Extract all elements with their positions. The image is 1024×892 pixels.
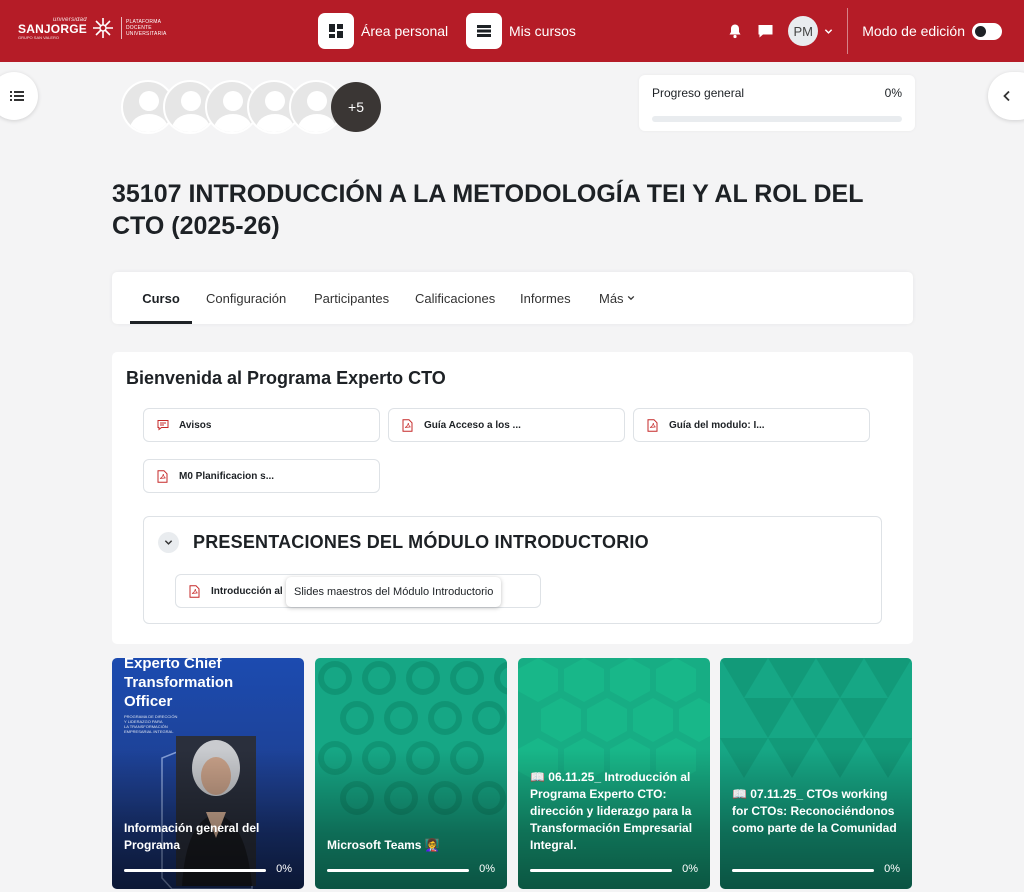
banner-title: Experto Chief Transformation Officer — [124, 658, 233, 711]
progress-bar — [652, 116, 902, 122]
activity-pdf[interactable]: Guía Acceso a los ... — [388, 408, 625, 442]
activity-pdf[interactable]: Guía del modulo: I... — [633, 408, 870, 442]
messages-icon[interactable] — [757, 23, 774, 39]
nav-dashboard-label: Área personal — [361, 23, 449, 39]
nav-dashboard[interactable]: Área personal — [318, 12, 448, 50]
tile-progress-bar — [124, 869, 266, 872]
user-avatar[interactable]: PM — [788, 16, 819, 46]
top-navbar: universidad SANJORGE GRUPO SAN VALERO PL… — [0, 0, 1024, 62]
tab-label: Más — [599, 290, 624, 306]
activity-label: Guía Acceso a los ... — [424, 419, 521, 431]
activity-pdf[interactable]: M0 Planificacion s... — [143, 459, 380, 493]
chevron-down-icon — [627, 295, 634, 301]
chevron-left-icon — [1003, 90, 1010, 102]
progress-percent: 0% — [884, 86, 902, 100]
chevron-down-icon — [164, 540, 173, 545]
more-participants-badge[interactable]: +5 — [331, 82, 381, 132]
tab-label: Calificaciones — [415, 290, 496, 306]
nav-my-courses-label: Mis cursos — [509, 23, 576, 39]
edit-mode-toggle[interactable] — [972, 22, 1002, 40]
tab-participants[interactable]: Participantes — [314, 272, 389, 324]
brand-star-icon — [92, 18, 113, 38]
section-tile[interactable]: 📖 07.11.25_ CTOs working for CTOs: Recon… — [720, 658, 912, 889]
tile-progress-bar — [327, 869, 469, 872]
course-secondary-nav: Curso Configuración Participantes Califi… — [112, 272, 913, 324]
tab-settings[interactable]: Configuración — [206, 272, 286, 324]
overall-progress-card: Progreso general 0% — [639, 75, 915, 131]
tile-name: 📖 07.11.25_ CTOs working for CTOs: Recon… — [732, 787, 897, 835]
tile-progress-percent: 0% — [479, 863, 495, 875]
bell-icon[interactable] — [727, 23, 743, 39]
pdf-icon — [402, 418, 414, 432]
collapse-toggle[interactable] — [158, 532, 179, 553]
tile-progress-percent: 0% — [682, 863, 698, 875]
subsection-presentations: PRESENTACIONES DEL MÓDULO INTRODUCTORIO … — [143, 516, 882, 624]
activity-label: M0 Planificacion s... — [179, 470, 275, 482]
course-index-toggle[interactable] — [0, 72, 38, 120]
activity-label: Avisos — [179, 419, 212, 431]
tile-progress-percent: 0% — [276, 863, 292, 875]
tile-progress-percent: 0% — [884, 863, 900, 875]
edit-mode-label: Modo de edición — [862, 23, 965, 39]
tab-label: Participantes — [314, 290, 390, 306]
tile-name: Información general del Programa — [124, 821, 260, 852]
tab-course[interactable]: Curso — [130, 272, 192, 324]
tab-label: Informes — [520, 290, 571, 306]
pdf-icon — [157, 469, 169, 483]
brand-name: SANJORGE — [18, 21, 87, 36]
subsection-title: PRESENTACIONES DEL MÓDULO INTRODUCTORIO — [193, 532, 649, 552]
tab-more[interactable]: Más — [599, 272, 635, 324]
banner-title-line: Experto Chief — [124, 658, 222, 672]
section-tile[interactable]: Experto Chief Transformation Officer PRO… — [112, 658, 304, 889]
tab-label: Curso — [142, 290, 180, 306]
section-tile[interactable]: Microsoft Teams 👩‍🏫 0% — [315, 658, 507, 889]
brand-separator — [120, 17, 122, 39]
forum-icon — [157, 419, 169, 431]
navbar-separator — [847, 8, 849, 54]
tile-progress-bar — [732, 869, 874, 872]
progress-label: Progreso general — [652, 86, 745, 100]
dashboard-icon — [318, 13, 354, 49]
section-title: Bienvenida al Programa Experto CTO — [126, 368, 446, 388]
courses-icon — [466, 13, 502, 49]
tile-progress-bar — [530, 869, 672, 872]
section-tile[interactable]: 📖 06.11.25_ Introducción al Programa Exp… — [518, 658, 710, 889]
tab-grades[interactable]: Calificaciones — [415, 272, 495, 324]
activity-tooltip: Slides maestros del Módulo Introductorio — [286, 577, 502, 607]
tile-name: Microsoft Teams 👩‍🏫 — [327, 838, 440, 852]
brand-logo[interactable]: universidad SANJORGE GRUPO SAN VALERO PL… — [18, 16, 167, 40]
banner-title-line: Transformation — [124, 674, 234, 691]
navbar-right: PM Modo de edición — [727, 0, 1024, 62]
activity-label: Guía del modulo: I... — [669, 419, 765, 431]
brand-uni: universidad — [52, 16, 87, 23]
tab-label: Configuración — [206, 290, 287, 306]
pdf-icon — [189, 584, 201, 598]
activity-forum[interactable]: Avisos — [143, 408, 380, 442]
block-drawer-toggle[interactable] — [988, 72, 1024, 120]
brand-group: GRUPO SAN VALERO — [18, 34, 60, 40]
nav-my-courses[interactable]: Mis cursos — [466, 12, 576, 50]
page-title: 35107 INTRODUCCIÓN A LA METODOLOGÍA TEI … — [112, 180, 864, 240]
tile-name: 📖 06.11.25_ Introducción al Programa Exp… — [530, 770, 693, 852]
chevron-down-icon[interactable] — [824, 27, 833, 36]
banner-title-line: Officer — [124, 693, 173, 710]
course-section: Bienvenida al Programa Experto CTO Aviso… — [112, 352, 913, 644]
pdf-icon — [647, 418, 659, 432]
tab-reports[interactable]: Informes — [520, 272, 571, 324]
list-icon — [10, 91, 24, 101]
brand-platform-3: UNIVERSITARIA — [125, 31, 167, 37]
